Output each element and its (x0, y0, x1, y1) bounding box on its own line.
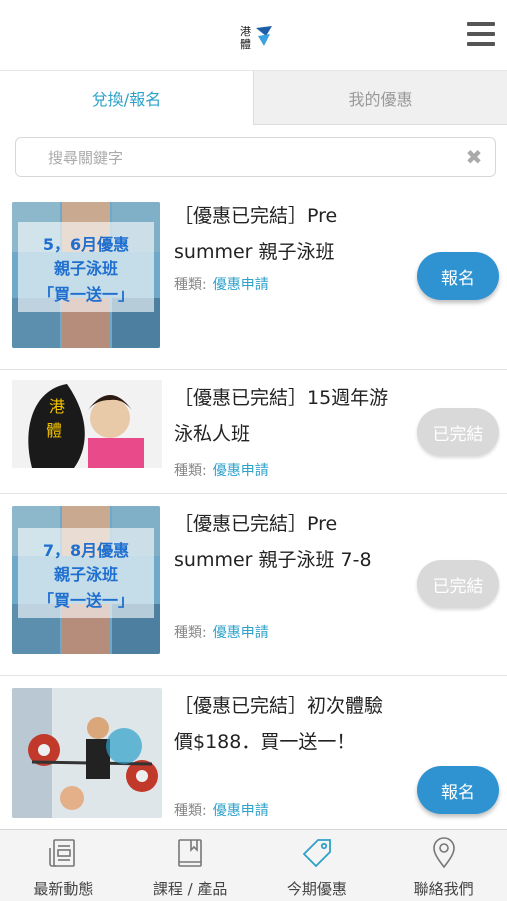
nav-label: 聯絡我們 (413, 880, 474, 898)
list-item[interactable]: 港 體 ［優惠已完結］15週年游泳私人班 種類: 優惠申請 已完結 (0, 370, 507, 494)
completed-button[interactable]: 已完結 (417, 408, 499, 456)
offer-thumbnail (12, 688, 162, 818)
category-link[interactable]: 優惠申請 (213, 463, 269, 479)
nav-item-contact[interactable]: 聯絡我們 (380, 830, 507, 901)
hamburger-menu-icon[interactable] (467, 22, 495, 46)
thumb-text: 親子泳班 (54, 565, 118, 584)
list-item[interactable]: ［優惠已完結］初次體驗價$188．買一送一！ 種類: 優惠申請 報名 (0, 676, 507, 846)
tag-icon (300, 836, 334, 870)
offer-thumbnail: 5，6月優惠 親子泳班 「買一送一」 (12, 202, 160, 348)
nav-label: 今期優惠 (286, 880, 347, 898)
category-label: 種類: (174, 625, 207, 641)
book-icon (173, 836, 207, 870)
thumb-text: 7，8月優惠 (43, 541, 129, 560)
category-label: 種類: (174, 803, 207, 819)
list-item[interactable]: 5，6月優惠 親子泳班 「買一送一」 ［優惠已完結］Pre summer 親子泳… (0, 190, 507, 370)
offer-meta: 種類: 優惠申請 (174, 800, 269, 820)
nav-item-courses[interactable]: 課程 / 產品 (127, 830, 254, 901)
offer-meta: 種類: 優惠申請 (174, 622, 269, 642)
search-box: ✖ (15, 137, 496, 177)
completed-button[interactable]: 已完結 (417, 560, 499, 608)
category-link[interactable]: 優惠申請 (213, 625, 269, 641)
brand-logo[interactable]: 港 體 (238, 22, 274, 51)
nav-item-news[interactable]: 最新動態 (0, 830, 127, 901)
clear-icon[interactable]: ✖ (463, 145, 485, 169)
thumb-text: 5，6月優惠 (43, 235, 129, 254)
nav-item-offers[interactable]: 今期優惠 (254, 830, 381, 901)
app-header: 港 體 (0, 0, 507, 71)
nav-label: 課程 / 產品 (152, 880, 228, 898)
category-link[interactable]: 優惠申請 (213, 803, 269, 819)
category-label: 種類: (174, 277, 207, 293)
offer-meta: 種類: 優惠申請 (174, 460, 269, 480)
search-input[interactable] (46, 144, 450, 172)
category-label: 種類: (174, 463, 207, 479)
enroll-button[interactable]: 報名 (417, 766, 499, 814)
news-icon (46, 836, 80, 870)
thumb-text: 體 (46, 421, 62, 440)
enroll-button[interactable]: 報名 (417, 252, 499, 300)
tab-my-offers[interactable]: 我的優惠 (253, 71, 507, 125)
location-pin-icon (427, 836, 461, 870)
thumb-text: 「買一送一」 (38, 285, 134, 304)
offer-title: ［優惠已完結］Pre summer 親子泳班 (174, 205, 338, 263)
nav-label: 最新動態 (33, 880, 94, 898)
svg-text:港: 港 (240, 25, 251, 38)
tab-redeem-enroll[interactable]: 兌換/報名 (0, 71, 253, 125)
offer-list: 5，6月優惠 親子泳班 「買一送一」 ［優惠已完結］Pre summer 親子泳… (0, 190, 507, 846)
offer-title: ［優惠已完結］15週年游泳私人班 (174, 387, 389, 445)
category-link[interactable]: 優惠申請 (213, 277, 269, 293)
offer-meta: 種類: 優惠申請 (174, 274, 269, 294)
offer-title: ［優惠已完結］初次體驗價$188．買一送一！ (174, 695, 384, 753)
svg-text:體: 體 (240, 38, 251, 50)
offer-thumbnail: 港 體 (12, 380, 162, 468)
thumb-text: 親子泳班 (54, 259, 118, 278)
bottom-navigation: 最新動態 課程 / 產品 今期優惠 聯絡我們 (0, 829, 507, 901)
thumb-text: 港 (49, 397, 65, 416)
tab-bar: 兌換/報名 我的優惠 (0, 71, 507, 125)
list-item[interactable]: 7，8月優惠 親子泳班 「買一送一」 ［優惠已完結］Pre summer 親子泳… (0, 494, 507, 676)
thumb-text: 「買一送一」 (38, 591, 134, 610)
offer-thumbnail: 7，8月優惠 親子泳班 「買一送一」 (12, 506, 160, 654)
offer-title: ［優惠已完結］Pre summer 親子泳班 7-8 (174, 513, 372, 571)
